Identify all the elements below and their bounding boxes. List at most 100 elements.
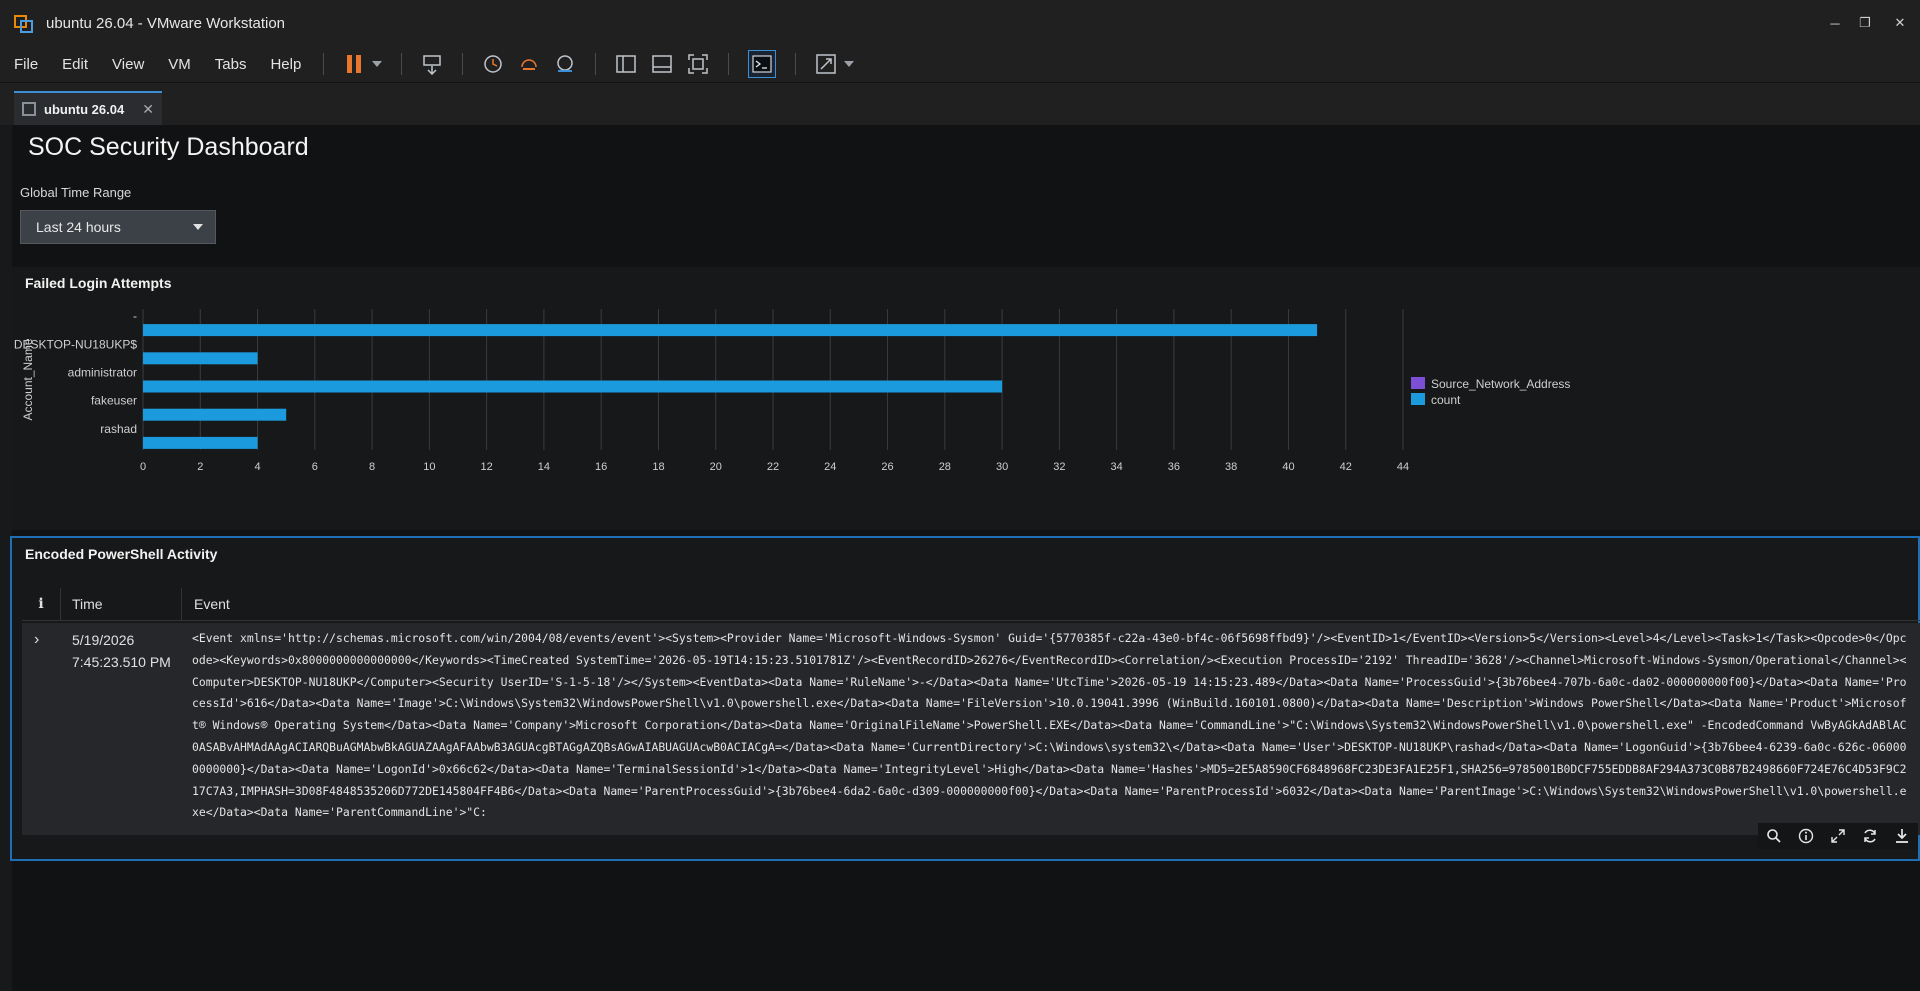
y-category-label: administrator (68, 366, 137, 380)
guest-screen: SOC Security Dashboard Global Time Range… (10, 125, 1920, 991)
show-library-icon[interactable] (615, 53, 637, 75)
row-event-text[interactable]: <Event xmlns='http://schemas.microsoft.c… (192, 628, 1912, 824)
time-range-value: Last 24 hours (36, 219, 121, 235)
toolbar-separator (795, 53, 797, 75)
console-view-icon[interactable] (748, 50, 777, 78)
legend-swatch (1411, 393, 1425, 405)
time-range-label: Global Time Range (20, 185, 132, 200)
x-tick-label: 40 (1282, 461, 1294, 473)
toolbar-separator (462, 53, 464, 75)
tab-label: ubuntu 26.04 (44, 101, 125, 117)
legend-swatch (1411, 377, 1425, 389)
x-tick-label: 0 (140, 461, 146, 473)
x-tick-label: 12 (481, 461, 493, 473)
x-tick-label: 14 (538, 461, 550, 473)
toolbar-separator (728, 53, 730, 75)
table-row: › 5/19/2026 7:45:23.510 PM <Event xmlns=… (22, 623, 1920, 835)
column-header-info: i (22, 588, 61, 620)
menu-file[interactable]: File (8, 56, 44, 73)
column-header-event[interactable]: Event (182, 588, 230, 620)
caret-down-icon (193, 224, 203, 230)
x-tick-label: 20 (710, 461, 722, 473)
x-tick-label: 8 (369, 461, 375, 473)
row-time: 5/19/2026 7:45:23.510 PM (72, 629, 182, 673)
panel-toolbar (1758, 823, 1918, 849)
menu-help[interactable]: Help (264, 56, 307, 73)
stretch-dropdown-icon[interactable] (844, 53, 855, 75)
legend-label: Source_Network_Address (1431, 377, 1570, 391)
x-tick-label: 6 (312, 461, 318, 473)
x-tick-label: 32 (1053, 461, 1065, 473)
x-tick-label: 10 (423, 461, 435, 473)
x-tick-label: 30 (996, 461, 1008, 473)
send-ctrl-alt-del-icon[interactable] (421, 53, 443, 75)
x-tick-label: 26 (881, 461, 893, 473)
failed-logins-chart: 0 2 4 6 8 10 12 14 16 18 20 22 24 26 28 30 32 34 36 38 40 42 4… (14, 309, 1570, 473)
y-axis-label: Account_Name (21, 338, 35, 420)
bar-count (143, 408, 287, 421)
info-icon[interactable] (1798, 828, 1814, 844)
x-tick-label: 18 (652, 461, 664, 473)
vm-icon (22, 102, 36, 116)
dropdown-arrow-icon[interactable] (372, 53, 383, 75)
bar-count (143, 380, 1003, 393)
legend-label: count (1431, 393, 1461, 407)
close-window-icon[interactable]: ✕ (1880, 0, 1920, 46)
x-tick-label: 16 (595, 461, 607, 473)
expand-icon[interactable] (1830, 828, 1846, 844)
snapshot-manager-icon[interactable] (554, 53, 576, 75)
snapshot-icon[interactable] (482, 53, 504, 75)
bar-count (143, 324, 1318, 337)
menu-vm[interactable]: VM (162, 56, 197, 73)
pause-icon[interactable] (343, 53, 365, 75)
row-clock: 7:45:23.510 PM (72, 654, 171, 670)
row-date: 5/19/2026 (72, 632, 135, 648)
window-titlebar: ubuntu 26.04 - VMware Workstation ─ ❐ ✕ (0, 0, 1920, 46)
menu-edit[interactable]: Edit (56, 56, 94, 73)
column-header-time[interactable]: Time (60, 588, 182, 620)
restore-icon[interactable]: ❐ (1850, 0, 1880, 46)
panel-title-powershell: Encoded PowerShell Activity (25, 546, 218, 562)
minimize-icon[interactable]: ─ (1820, 0, 1850, 46)
y-category-label: rashad (100, 422, 137, 436)
failed-logins-panel: Failed Login Attempts 0 2 4 6 8 10 12 14 16 18 20 2… (12, 267, 1920, 530)
x-tick-label: 34 (1111, 461, 1123, 473)
vmware-logo-icon (14, 13, 34, 33)
menu-view[interactable]: View (106, 56, 150, 73)
stretch-guest-icon[interactable] (815, 53, 837, 75)
encoded-powershell-panel: Encoded PowerShell Activity i Time Event… (10, 536, 1920, 861)
thumbnail-bar-icon[interactable] (651, 53, 673, 75)
menu-tabs[interactable]: Tabs (209, 56, 253, 73)
x-tick-label: 38 (1225, 461, 1237, 473)
x-tick-label: 42 (1340, 461, 1352, 473)
x-tick-label: 4 (254, 461, 260, 473)
page-title: SOC Security Dashboard (28, 133, 309, 161)
revert-snapshot-icon[interactable] (518, 53, 540, 75)
close-tab-icon[interactable]: ✕ (142, 101, 154, 118)
toolbar-separator (595, 53, 597, 75)
download-icon[interactable] (1894, 828, 1910, 844)
vm-tab-strip: ubuntu 26.04 ✕ (0, 83, 1920, 125)
refresh-icon[interactable] (1862, 828, 1878, 844)
window-controls: ─ ❐ ✕ (1820, 0, 1920, 46)
menu-toolbar: File Edit View VM Tabs Help (0, 46, 1920, 83)
search-icon[interactable] (1766, 828, 1782, 844)
table-header: i Time Event (22, 588, 1920, 621)
expand-row-icon[interactable]: › (34, 631, 39, 649)
x-tick-label: 28 (939, 461, 951, 473)
toolbar-separator (401, 53, 403, 75)
x-tick-label: 2 (197, 461, 203, 473)
tab-ubuntu[interactable]: ubuntu 26.04 ✕ (14, 91, 162, 125)
y-category-label: fakeuser (91, 394, 137, 408)
bar-count (143, 436, 258, 449)
full-screen-icon[interactable] (687, 53, 709, 75)
toolbar-separator (323, 53, 325, 75)
x-tick-label: 24 (824, 461, 836, 473)
x-tick-label: 22 (767, 461, 779, 473)
time-range-dropdown[interactable]: Last 24 hours (20, 210, 216, 244)
window-title: ubuntu 26.04 - VMware Workstation (46, 14, 286, 32)
x-tick-label: 44 (1397, 461, 1409, 473)
y-category-label: - (133, 309, 137, 323)
bar-count (143, 352, 258, 365)
x-tick-label: 36 (1168, 461, 1180, 473)
